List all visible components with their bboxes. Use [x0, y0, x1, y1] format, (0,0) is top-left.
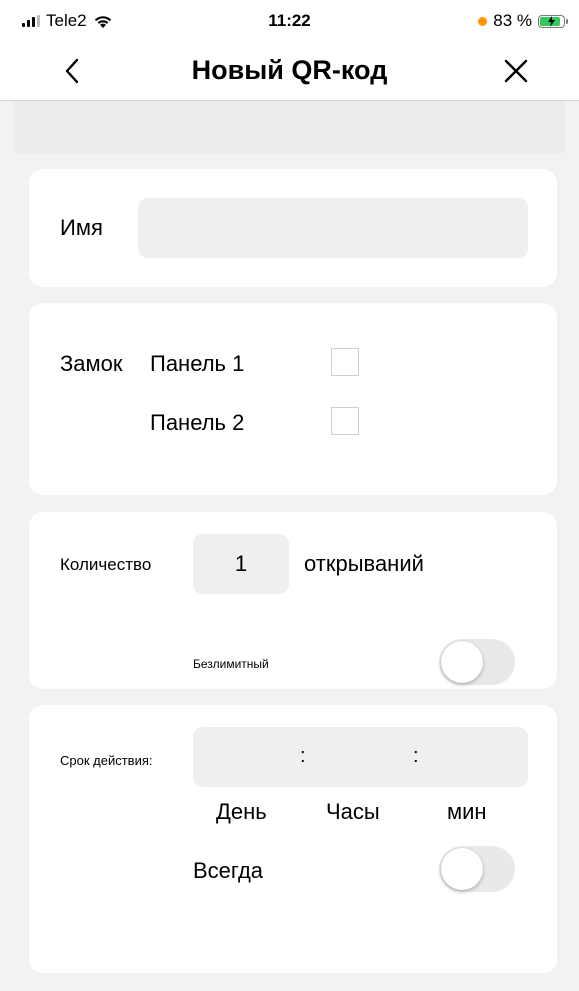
- panel-2-checkbox[interactable]: [331, 407, 359, 435]
- close-button[interactable]: [501, 56, 531, 86]
- page-title: Новый QR-код: [191, 55, 388, 85]
- panel-1-checkbox[interactable]: [331, 348, 359, 376]
- toggle-knob: [441, 848, 483, 890]
- unlimited-toggle[interactable]: [439, 639, 515, 685]
- privacy-indicator-dot: [478, 16, 488, 26]
- panel-2-label: Панель 2: [150, 410, 245, 435]
- hours-unit-label: Часы: [326, 799, 380, 824]
- name-input[interactable]: [138, 198, 528, 258]
- always-toggle[interactable]: [439, 846, 515, 892]
- validity-card: Срок действия: : : День Часы мин Всегда: [29, 705, 557, 973]
- always-label: Всегда: [193, 858, 264, 883]
- count-suffix: открываний: [304, 551, 424, 576]
- battery-charging-icon: [538, 14, 568, 28]
- close-icon: [504, 59, 528, 83]
- status-bar: Tele2 11:22 83 %: [0, 0, 579, 44]
- panel-1-label: Панель 1: [150, 351, 245, 376]
- unlimited-label: Безлимитный: [193, 657, 269, 671]
- day-hours-separator: :: [300, 745, 306, 767]
- validity-label: Срок действия:: [60, 753, 153, 768]
- lock-card: Замок Панель 1 Панель 2: [29, 303, 557, 495]
- count-card: Количество 1 открываний Безлимитный: [29, 512, 557, 689]
- status-bar-right: 83 %: [478, 11, 568, 31]
- day-unit-label: День: [216, 799, 267, 824]
- section-spacer: [14, 101, 565, 153]
- count-input[interactable]: 1: [193, 534, 289, 594]
- navigation-bar: Новый QR-код: [0, 44, 579, 101]
- hours-minutes-separator: :: [413, 745, 419, 767]
- name-label: Имя: [60, 215, 103, 240]
- toggle-knob: [441, 641, 483, 683]
- battery-percent: 83 %: [493, 11, 532, 30]
- name-card: Имя: [29, 169, 557, 287]
- validity-input[interactable]: : :: [193, 727, 528, 787]
- minutes-unit-label: мин: [447, 799, 487, 824]
- lock-label: Замок: [60, 351, 123, 376]
- count-value: 1: [234, 551, 248, 576]
- count-label: Количество: [60, 555, 152, 574]
